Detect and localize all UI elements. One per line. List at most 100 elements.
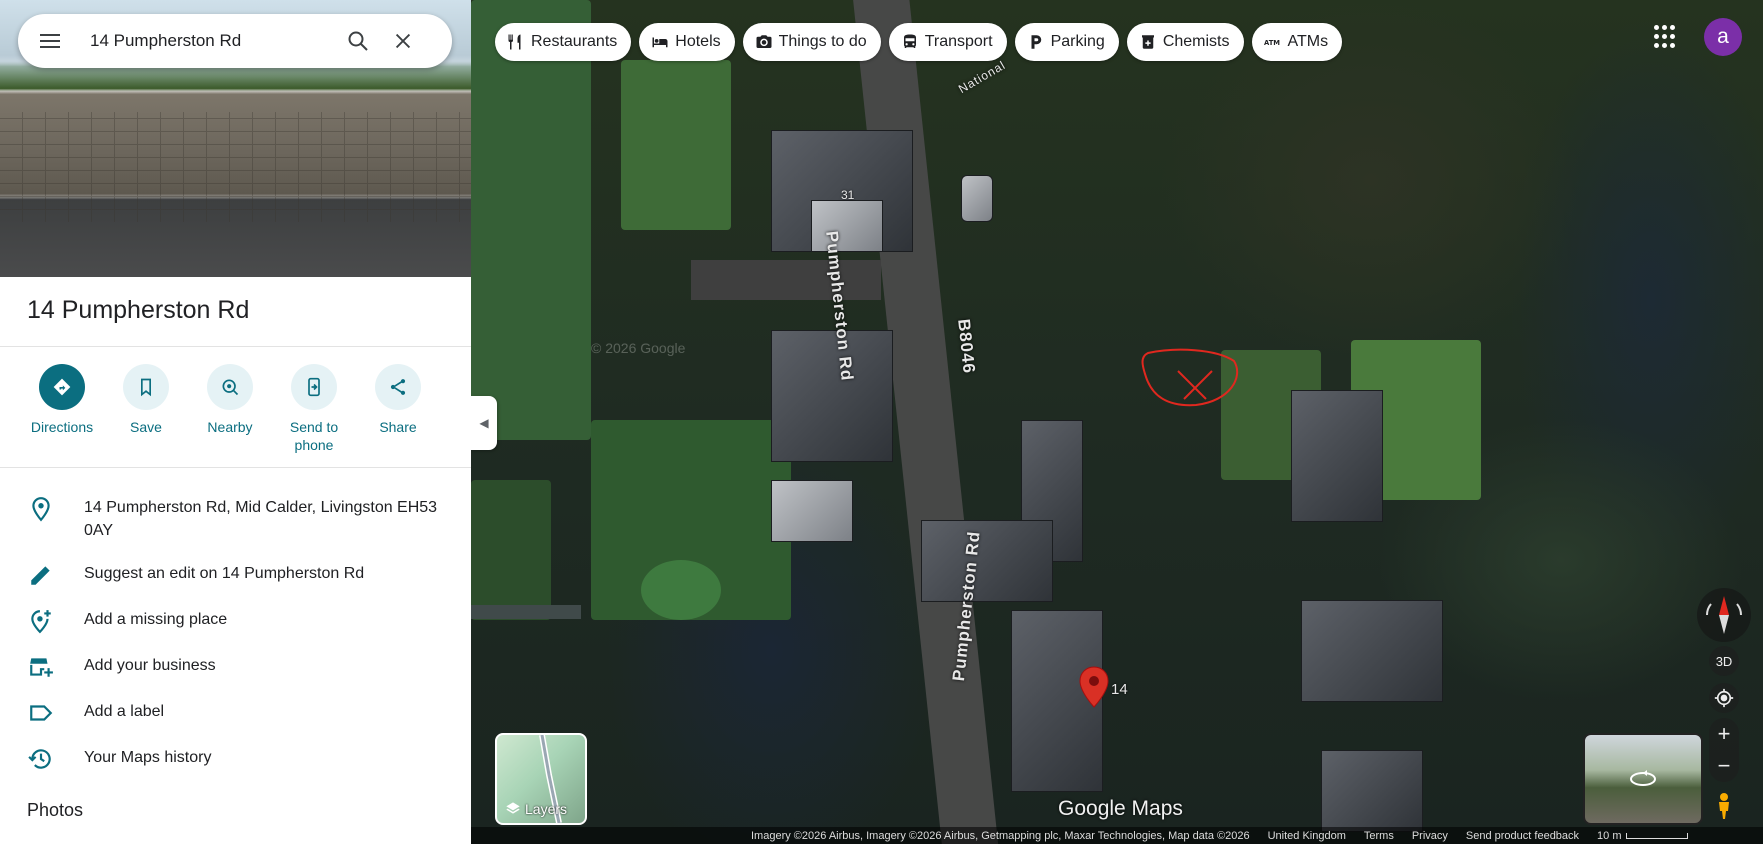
google-maps-logo: Google Maps bbox=[1058, 797, 1183, 820]
layers-button[interactable]: Layers bbox=[495, 733, 587, 825]
chip-hotels[interactable]: Hotels bbox=[639, 23, 735, 61]
nearby-icon bbox=[222, 379, 239, 396]
layers-icon bbox=[506, 802, 520, 814]
zoom-in-button[interactable]: + bbox=[1718, 721, 1731, 747]
action-label: Directions bbox=[30, 419, 94, 435]
scale-bar[interactable]: 10 m bbox=[1597, 829, 1688, 842]
location-pin-icon[interactable] bbox=[1079, 666, 1109, 708]
annotation-x-mark bbox=[1177, 370, 1213, 400]
vehicle bbox=[961, 175, 993, 222]
suggest-edit-text: Suggest an edit on 14 Pumpherston Rd bbox=[84, 565, 365, 582]
chip-chemists[interactable]: Chemists bbox=[1126, 23, 1244, 61]
rotate-360-icon bbox=[1630, 770, 1656, 786]
add-business-row[interactable]: Add your business bbox=[0, 654, 471, 680]
lawn bbox=[471, 0, 591, 440]
pin-label: 14 bbox=[1111, 681, 1128, 698]
add-place-icon bbox=[31, 610, 51, 634]
street-view-thumbnail[interactable] bbox=[1583, 733, 1703, 825]
camera-icon bbox=[756, 35, 772, 48]
suggest-edit-row[interactable]: Suggest an edit on 14 Pumpherston Rd bbox=[0, 562, 471, 588]
maps-history-text: Your Maps history bbox=[84, 749, 212, 766]
building bbox=[1321, 750, 1423, 832]
side-road bbox=[691, 260, 881, 300]
country-label: United Kingdom bbox=[1267, 829, 1346, 842]
feedback-link[interactable]: Send product feedback bbox=[1466, 830, 1579, 842]
chip-label: Chemists bbox=[1162, 33, 1230, 50]
action-label: Nearby bbox=[207, 419, 253, 435]
action-label: Share bbox=[379, 419, 417, 435]
history-icon bbox=[28, 749, 51, 769]
chip-label: Things to do bbox=[778, 33, 867, 50]
share-icon bbox=[390, 379, 406, 395]
pencil-icon bbox=[31, 566, 50, 585]
annotation-scribble bbox=[1141, 348, 1239, 407]
directions-icon bbox=[53, 378, 71, 396]
my-location-button[interactable] bbox=[1709, 683, 1739, 713]
3d-toggle-button[interactable]: 3D bbox=[1709, 646, 1739, 676]
category-chips: Restaurants Hotels Things to do Transpor… bbox=[495, 23, 1343, 61]
action-label: Save bbox=[130, 419, 162, 435]
collapse-panel-button[interactable]: ◀ bbox=[471, 396, 497, 450]
add-missing-place-row[interactable]: Add a missing place bbox=[0, 608, 471, 634]
terms-link[interactable]: Terms bbox=[1364, 830, 1394, 842]
chip-label: Restaurants bbox=[531, 33, 618, 50]
annotation-circle bbox=[1141, 348, 1239, 407]
search-icon[interactable] bbox=[346, 29, 370, 53]
house-number: 31 bbox=[841, 188, 855, 202]
apps-grid-icon[interactable] bbox=[1654, 25, 1678, 49]
add-label-text: Add a label bbox=[84, 703, 165, 720]
share-button[interactable]: Share bbox=[356, 364, 440, 454]
chip-atms[interactable]: ATM ATMs bbox=[1251, 23, 1343, 61]
account-avatar[interactable]: a bbox=[1704, 18, 1742, 56]
directions-button[interactable]: Directions bbox=[20, 364, 104, 454]
send-to-phone-icon bbox=[308, 377, 320, 397]
send-to-phone-button[interactable]: Send to phone bbox=[272, 364, 356, 454]
page-title: 14 Pumpherston Rd bbox=[27, 296, 250, 324]
add-business-icon bbox=[30, 658, 53, 677]
chip-restaurants[interactable]: Restaurants bbox=[495, 23, 632, 61]
zoom-out-button[interactable]: − bbox=[1718, 753, 1731, 779]
add-label-row[interactable]: Add a label bbox=[0, 700, 471, 726]
close-icon[interactable] bbox=[392, 30, 414, 52]
divider bbox=[0, 467, 471, 468]
privacy-link[interactable]: Privacy bbox=[1412, 830, 1448, 842]
scale-label: 10 m bbox=[1597, 829, 1622, 842]
save-button[interactable]: Save bbox=[104, 364, 188, 454]
nearby-button[interactable]: Nearby bbox=[188, 364, 272, 454]
parking-icon bbox=[1031, 35, 1041, 49]
address-text: 14 Pumpherston Rd, Mid Calder, Livingsto… bbox=[84, 499, 438, 539]
transit-icon bbox=[903, 34, 916, 48]
chip-label: Transport bbox=[924, 33, 993, 50]
address-row[interactable]: 14 Pumpherston Rd, Mid Calder, Livingsto… bbox=[0, 496, 471, 542]
bookmark-icon bbox=[141, 378, 151, 397]
chip-parking[interactable]: Parking bbox=[1014, 23, 1119, 61]
compass-icon bbox=[1705, 596, 1743, 634]
chip-things-to-do[interactable]: Things to do bbox=[742, 23, 881, 61]
building bbox=[921, 520, 1053, 602]
action-buttons: Directions Save Nearby Send to phone Sha… bbox=[20, 364, 440, 454]
stone-wall-texture bbox=[0, 112, 471, 222]
road-label-partial: National bbox=[955, 57, 1009, 97]
search-input[interactable] bbox=[88, 30, 332, 52]
chip-label: Hotels bbox=[675, 33, 721, 50]
layers-label: Layers bbox=[525, 801, 568, 817]
lawn bbox=[641, 560, 721, 620]
hotel-icon bbox=[652, 37, 668, 48]
action-label: Send to phone bbox=[289, 419, 339, 453]
path bbox=[471, 605, 581, 619]
menu-icon[interactable] bbox=[38, 29, 62, 53]
divider bbox=[0, 346, 471, 347]
chip-transport[interactable]: Transport bbox=[888, 23, 1007, 61]
lawn bbox=[471, 480, 551, 620]
restaurant-icon bbox=[508, 34, 521, 50]
lawn bbox=[621, 60, 731, 230]
satellite-map[interactable]: Pumpherston Rd B8046 Pumpherston Rd Nati… bbox=[471, 0, 1763, 844]
road-number-label: B8046 bbox=[954, 318, 979, 375]
pharmacy-icon bbox=[1141, 35, 1154, 49]
chip-label: ATMs bbox=[1287, 33, 1329, 50]
maps-history-row[interactable]: Your Maps history bbox=[0, 746, 471, 772]
place-panel: 14 Pumpherston Rd Directions Save Nearby… bbox=[0, 0, 471, 844]
compass-button[interactable] bbox=[1697, 588, 1751, 642]
pegman-icon[interactable] bbox=[1712, 792, 1736, 820]
chip-label: Parking bbox=[1050, 33, 1105, 50]
